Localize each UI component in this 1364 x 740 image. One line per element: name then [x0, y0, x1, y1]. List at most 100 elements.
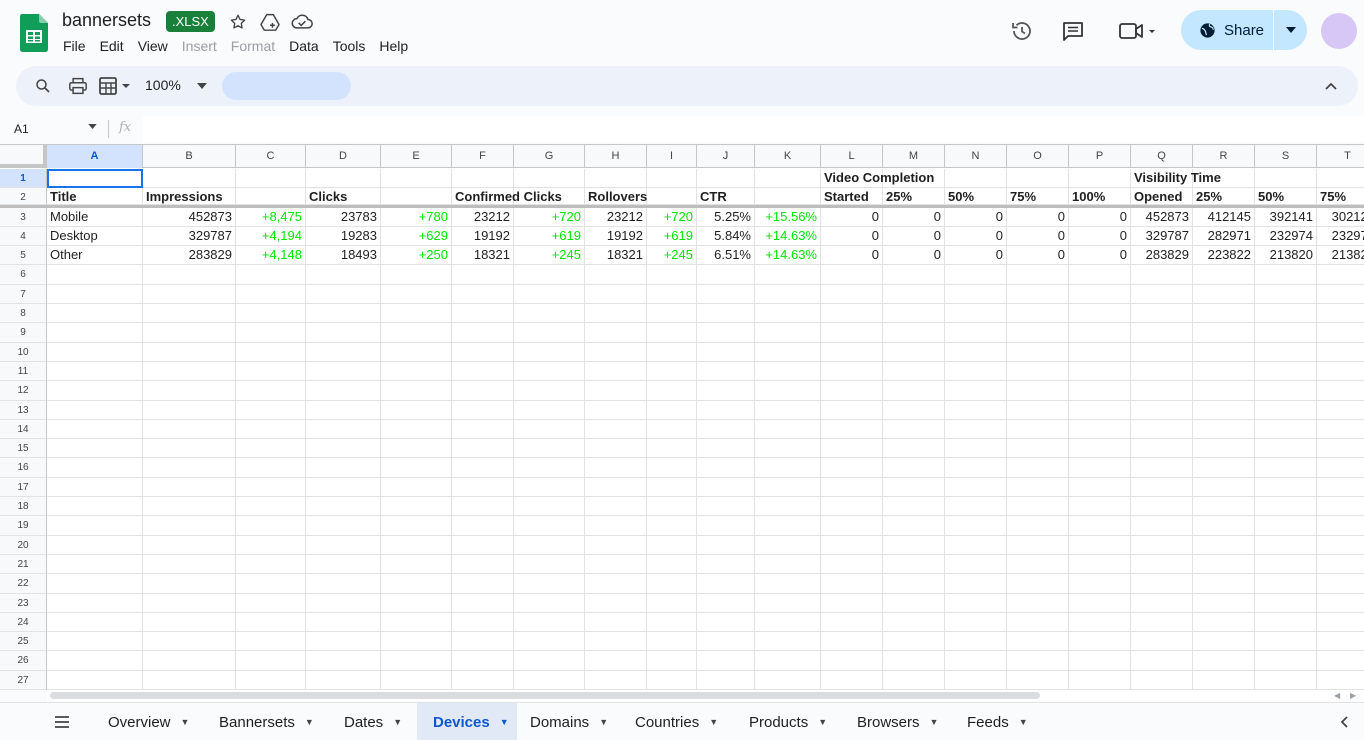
cell-e1[interactable]: [381, 169, 452, 189]
cell-j26[interactable]: [697, 651, 755, 671]
cell-g4[interactable]: +619: [514, 226, 585, 247]
cell-h10[interactable]: [585, 342, 647, 362]
cell-h24[interactable]: [585, 612, 647, 633]
cell-e22[interactable]: [381, 574, 452, 594]
cell-a3[interactable]: Mobile: [47, 207, 143, 227]
row-header[interactable]: 26: [0, 651, 47, 671]
cell-p26[interactable]: [1069, 651, 1131, 671]
cell-j9[interactable]: [697, 323, 755, 343]
cell-f10[interactable]: [452, 342, 514, 362]
cell-s2[interactable]: 50%: [1255, 188, 1317, 205]
cell-l1[interactable]: Video Completion: [821, 169, 934, 189]
meet-video-icon[interactable]: [1116, 18, 1160, 44]
cell-a18[interactable]: [47, 497, 143, 517]
cell-s5[interactable]: 213820: [1255, 246, 1317, 266]
cell-e19[interactable]: [381, 516, 452, 536]
cell-g1[interactable]: [514, 169, 585, 189]
cell-k14[interactable]: [755, 419, 821, 440]
cell-p16[interactable]: [1069, 458, 1131, 478]
cell-d5[interactable]: 18493: [306, 246, 381, 266]
cell-p14[interactable]: [1069, 419, 1131, 440]
cell-s6[interactable]: [1255, 265, 1317, 285]
column-header-r[interactable]: R: [1193, 145, 1255, 168]
cell-e18[interactable]: [381, 497, 452, 517]
cell-k12[interactable]: [755, 381, 821, 401]
cell-j22[interactable]: [697, 574, 755, 594]
star-icon[interactable]: [227, 11, 249, 33]
cell-g9[interactable]: [514, 323, 585, 343]
cell-r6[interactable]: [1193, 265, 1255, 285]
cell-t11[interactable]: [1317, 362, 1364, 382]
cell-j11[interactable]: [697, 361, 755, 382]
cell-t12[interactable]: [1317, 381, 1364, 401]
cell-e10[interactable]: [381, 342, 452, 362]
cell-a11[interactable]: [47, 361, 143, 382]
cell-c21[interactable]: [236, 554, 306, 575]
cell-l23[interactable]: [821, 593, 883, 613]
cell-f26[interactable]: [452, 651, 514, 671]
cell-b20[interactable]: [143, 535, 236, 555]
cell-q21[interactable]: [1131, 554, 1193, 575]
cell-n13[interactable]: [945, 400, 1007, 420]
version-history-icon[interactable]: [1009, 18, 1035, 44]
cell-l2[interactable]: Started: [821, 188, 883, 205]
cell-e6[interactable]: [381, 265, 452, 285]
cell-d4[interactable]: 19283: [306, 226, 381, 247]
cell-k19[interactable]: [755, 516, 821, 536]
cell-q6[interactable]: [1131, 265, 1193, 285]
cell-j20[interactable]: [697, 535, 755, 555]
cell-h14[interactable]: [585, 419, 647, 440]
cell-s8[interactable]: [1255, 304, 1317, 324]
cell-d7[interactable]: [306, 284, 381, 305]
menu-data[interactable]: Data: [282, 36, 326, 56]
cell-h18[interactable]: [585, 497, 647, 517]
cell-l5[interactable]: 0: [821, 246, 883, 266]
cell-c19[interactable]: [236, 516, 306, 536]
cell-o15[interactable]: [1007, 439, 1069, 459]
cell-d17[interactable]: [306, 477, 381, 498]
cell-n1[interactable]: [945, 169, 1007, 189]
cell-t3[interactable]: 302121: [1317, 208, 1364, 227]
cell-s26[interactable]: [1255, 651, 1317, 671]
cell-g22[interactable]: [514, 574, 585, 594]
cell-e12[interactable]: [381, 381, 452, 401]
cell-d2[interactable]: Clicks: [306, 188, 381, 205]
cell-n7[interactable]: [945, 284, 1007, 305]
row-header[interactable]: 27: [0, 670, 47, 690]
print-icon[interactable]: [67, 75, 89, 97]
cell-k21[interactable]: [755, 554, 821, 575]
cell-c16[interactable]: [236, 458, 306, 478]
row-header[interactable]: 4: [0, 226, 47, 247]
cell-r11[interactable]: [1193, 361, 1255, 382]
cell-i1[interactable]: [647, 169, 697, 189]
cell-m25[interactable]: [883, 632, 945, 652]
cell-o11[interactable]: [1007, 361, 1069, 382]
cell-m27[interactable]: [883, 670, 945, 690]
cell-f2[interactable]: Confirmed Clicks: [452, 188, 562, 205]
cell-p11[interactable]: [1069, 361, 1131, 382]
cloud-status-icon[interactable]: [291, 11, 313, 33]
horizontal-scrollbar[interactable]: ◀ ▶: [47, 689, 1364, 701]
cell-e27[interactable]: [381, 670, 452, 690]
cell-q10[interactable]: [1131, 342, 1193, 362]
cell-c12[interactable]: [236, 381, 306, 401]
cell-s17[interactable]: [1255, 477, 1317, 498]
cell-h8[interactable]: [585, 304, 647, 324]
cell-s11[interactable]: [1255, 361, 1317, 382]
move-to-drive-icon[interactable]: [259, 11, 281, 33]
cell-k24[interactable]: [755, 612, 821, 633]
row-header[interactable]: 6: [0, 265, 47, 285]
sheet-tab-dates[interactable]: Dates ▼: [328, 703, 416, 740]
cell-f22[interactable]: [452, 574, 514, 594]
row-header[interactable]: 10: [0, 342, 47, 362]
cell-h4[interactable]: 19192: [585, 226, 647, 247]
cell-g2[interactable]: [514, 188, 585, 205]
row-header[interactable]: 3: [0, 207, 47, 227]
cell-c9[interactable]: [236, 323, 306, 343]
column-header-m[interactable]: M: [883, 145, 945, 168]
cell-f5[interactable]: 18321: [452, 246, 514, 266]
cell-e23[interactable]: [381, 593, 452, 613]
cell-k16[interactable]: [755, 458, 821, 478]
cell-b5[interactable]: 283829: [143, 246, 236, 266]
cell-g6[interactable]: [514, 265, 585, 285]
